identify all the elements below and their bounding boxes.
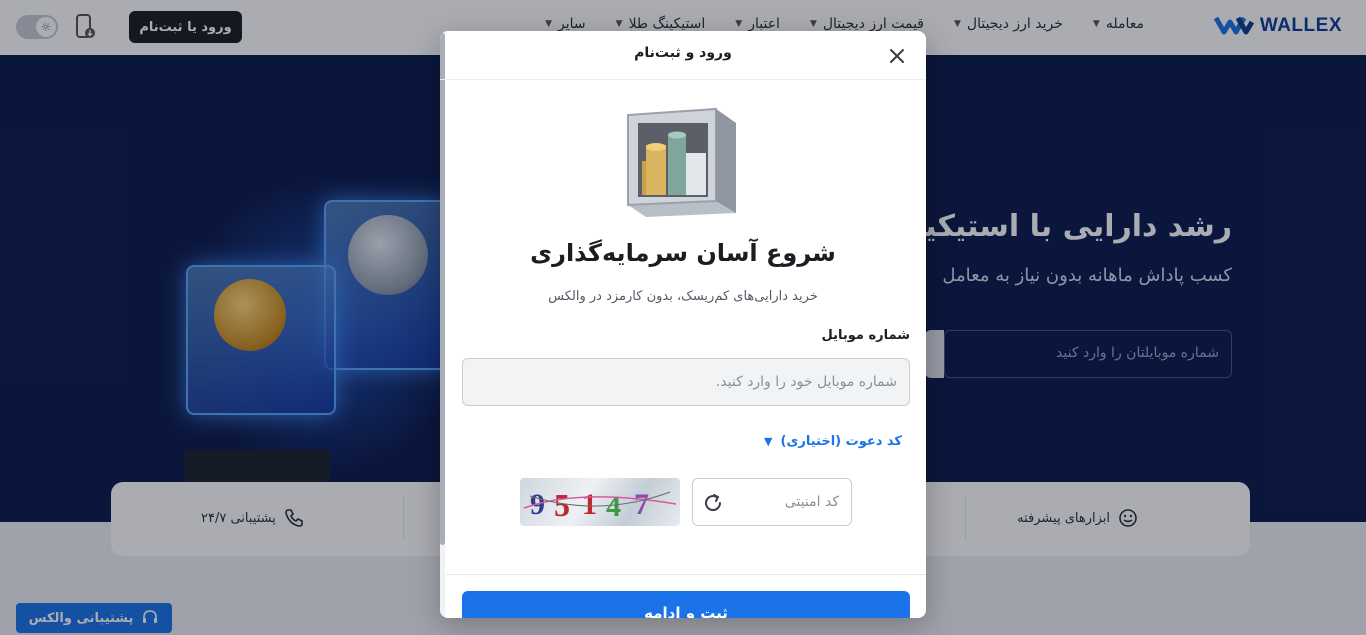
submit-continue-button[interactable]: ثبت و ادامه (462, 591, 910, 618)
captcha-digit: 5 (554, 487, 570, 523)
captcha-digit: 1 (582, 488, 597, 521)
chevron-down-icon: ▼ (764, 435, 773, 448)
refresh-icon[interactable] (701, 491, 725, 515)
invite-code-label: کد دعوت (اختیاری) (780, 434, 903, 449)
modal-divider (446, 574, 926, 575)
safe-box-icon (627, 107, 736, 217)
captcha-image: 9 5 1 4 7 (520, 478, 680, 526)
modal-header: ورود و ثبت‌نام (440, 31, 926, 80)
phone-field-label: شماره موبایل (821, 328, 910, 343)
modal-heading: شروع آسان سرمایه‌گذاری (530, 239, 836, 267)
close-icon[interactable] (886, 45, 908, 67)
invite-code-toggle[interactable]: کد دعوت (اختیاری) ▼ (764, 434, 902, 449)
modal-subheading: خرید دارایی‌های کم‌ریسک، بدون کارمزد در … (548, 289, 818, 304)
captcha-digit: 7 (634, 488, 649, 521)
phone-input[interactable] (462, 358, 910, 406)
modal-scrollbar[interactable] (440, 31, 445, 618)
captcha-input[interactable] (733, 479, 849, 525)
modal-title: ورود و ثبت‌نام (634, 45, 732, 61)
captcha-digit: 4 (606, 490, 621, 523)
login-modal: ورود و ثبت‌نام شروع آسان سرمایه‌گذاری خر… (440, 31, 926, 618)
captcha-field (692, 478, 852, 526)
